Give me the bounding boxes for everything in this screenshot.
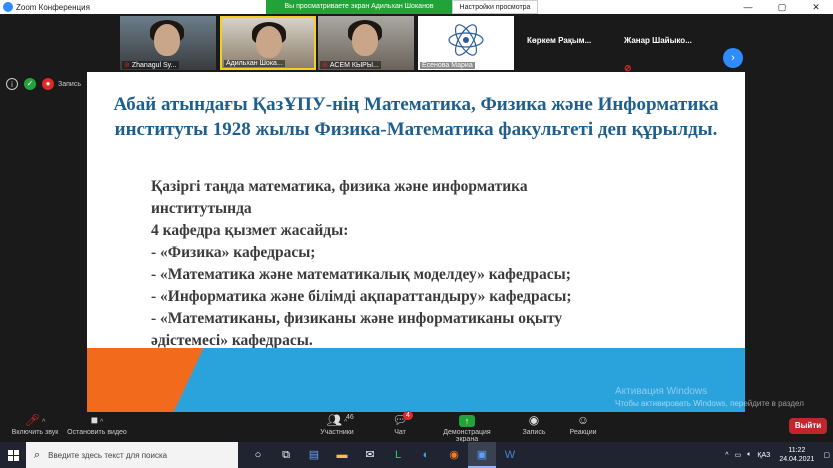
unmute-button[interactable]: 🎤︎ ^ Включить звук [0, 413, 70, 436]
taskbar-apps: ○ ⧉ ▤ ▬ ✉ L ◐ ◉ ▣ W [244, 442, 524, 468]
participant-name: АСЕМ КЫРЫ... [329, 62, 379, 69]
participant-name: Есенова Мариа [422, 62, 473, 69]
share-bar: Вы просматриваете экран Адильхан Шоканов… [266, 0, 538, 25]
slide-line: - «Физика» кафедрасы; [151, 244, 316, 261]
start-button[interactable] [0, 442, 26, 468]
word-icon[interactable]: W [496, 442, 524, 468]
zoom-app-icon[interactable]: ▣ [468, 442, 496, 468]
participants-icon: 👥︎ ^ [326, 413, 348, 427]
share-status: Вы просматриваете экран Адильхан Шоканов [266, 0, 452, 14]
emoji-icon: ☺ [576, 413, 590, 427]
muted-mic-icon: 🎤︎ ^ [24, 413, 46, 427]
slide-line: Қазіргі таңда математика, физика және ин… [151, 178, 528, 195]
search-icon: ⌕ [34, 448, 41, 461]
language-indicator[interactable]: ҚАЗ [757, 452, 770, 459]
participant-name: Адильхан Шока... [226, 60, 283, 67]
system-clock[interactable]: 11:22 24.04.2021 [779, 446, 814, 464]
notifications-icon[interactable]: ▢ [823, 451, 830, 459]
search-placeholder: Введите здесь текст для поиска [48, 450, 168, 460]
window-controls: — ▢ ✕ [731, 0, 833, 14]
shared-screen-slide: Абай атындағы ҚазҰПУ-нің Математика, Физ… [87, 72, 745, 412]
slide-line: - «Математиканы, физиканы және информати… [151, 310, 563, 327]
security-shield-icon[interactable]: ✓ [24, 78, 36, 90]
chevron-up-icon[interactable]: ^ [725, 452, 728, 459]
chat-badge: 4 [403, 411, 413, 420]
recording-icon: ● [42, 78, 54, 90]
next-page-button[interactable]: › [723, 48, 743, 68]
firefox-icon[interactable]: ◉ [440, 442, 468, 468]
windows-logo-icon [7, 449, 19, 461]
share-screen-button[interactable]: ↑ Демонстрация экрана [432, 413, 502, 443]
slide-line: институтында [151, 200, 252, 217]
store-app-icon[interactable]: L [384, 442, 412, 468]
reactions-button[interactable]: ☺ Реакции [548, 413, 618, 436]
edge-icon[interactable]: ◐ [412, 442, 440, 468]
slide-line: - «Математика және математикалық моделде… [151, 266, 571, 283]
windows-taskbar: ⌕ Введите здесь текст для поиска ○ ⧉ ▤ ▬… [0, 442, 833, 468]
window-title: Zoom Конференция [16, 2, 90, 12]
chat-button[interactable]: 💬︎ 4 Чат [365, 411, 435, 436]
slide-line: 4 кафедра қызмет жасайды: [151, 222, 349, 239]
network-icon[interactable]: ▭ [735, 451, 742, 459]
word-docs-icon[interactable]: ▤ [300, 442, 328, 468]
task-view-icon[interactable]: ⧉ [272, 442, 300, 468]
participants-button[interactable]: 👥︎ ^ 46 Участники [302, 413, 372, 436]
meeting-toolbar: 🎤︎ ^ Включить звук ■ ^ Остановить видео 👥︎… [0, 411, 833, 443]
file-explorer-icon[interactable]: ▬ [328, 442, 356, 468]
chat-bubble-icon: 💬︎ [392, 413, 408, 427]
leave-button[interactable]: Выйти [789, 418, 827, 434]
atom-logo-icon [448, 24, 484, 56]
muted-mic-icon: ⊘ [322, 62, 328, 69]
participant-tile[interactable]: Есенова Мариа [418, 16, 514, 70]
zoom-logo-icon [3, 2, 13, 12]
participant-name-only[interactable]: Көркем Рақым... [527, 36, 591, 45]
slide-decor-orange [87, 348, 267, 412]
participants-count: 46 [346, 414, 354, 421]
recording-label: Запись [58, 80, 81, 88]
participant-name-only[interactable]: Жанар Шайыко... ⊘ [624, 36, 692, 74]
participant-tile-active-speaker[interactable]: Адильхан Шока... [220, 16, 316, 70]
participant-gallery: ⊘ Zhanagul Sy... Адильхан Шока... ⊘ АСЕМ К… [0, 14, 833, 74]
close-button[interactable]: ✕ [799, 0, 833, 14]
mail-icon[interactable]: ✉ [356, 442, 384, 468]
slide-line: - «Информатика және білімді ақпараттанды… [151, 288, 572, 305]
slide-body: Қазіргі таңда математика, физика және ин… [151, 176, 711, 352]
minimize-button[interactable]: — [731, 0, 765, 14]
stop-video-button[interactable]: ■ ^ Остановить видео [62, 413, 132, 436]
volume-icon[interactable]: 🔈︎ [747, 451, 751, 459]
system-tray: ^ ▭ 🔈︎ ҚАЗ 11:22 24.04.2021 ▢ [722, 442, 833, 468]
taskbar-search-box[interactable]: ⌕ Введите здесь текст для поиска [26, 442, 238, 468]
slide-heading: Абай атындағы ҚазҰПУ-нің Математика, Физ… [113, 94, 719, 140]
video-camera-icon: ■ ^ [90, 413, 104, 427]
participant-tile[interactable]: ⊘ АСЕМ КЫРЫ... [318, 16, 414, 70]
muted-mic-icon: ⊘ [124, 62, 130, 69]
participant-tile[interactable]: ⊘ Zhanagul Sy... [120, 16, 216, 70]
share-screen-icon: ↑ [432, 413, 502, 427]
meeting-info-bar: i ✓ ● Запись [0, 76, 81, 92]
view-options-button[interactable]: Настройки просмотра ⌄ [452, 0, 538, 25]
cortana-icon[interactable]: ○ [244, 442, 272, 468]
maximize-button[interactable]: ▢ [765, 0, 799, 14]
participant-name: Zhanagul Sy... [131, 62, 177, 69]
info-icon[interactable]: i [6, 78, 18, 90]
